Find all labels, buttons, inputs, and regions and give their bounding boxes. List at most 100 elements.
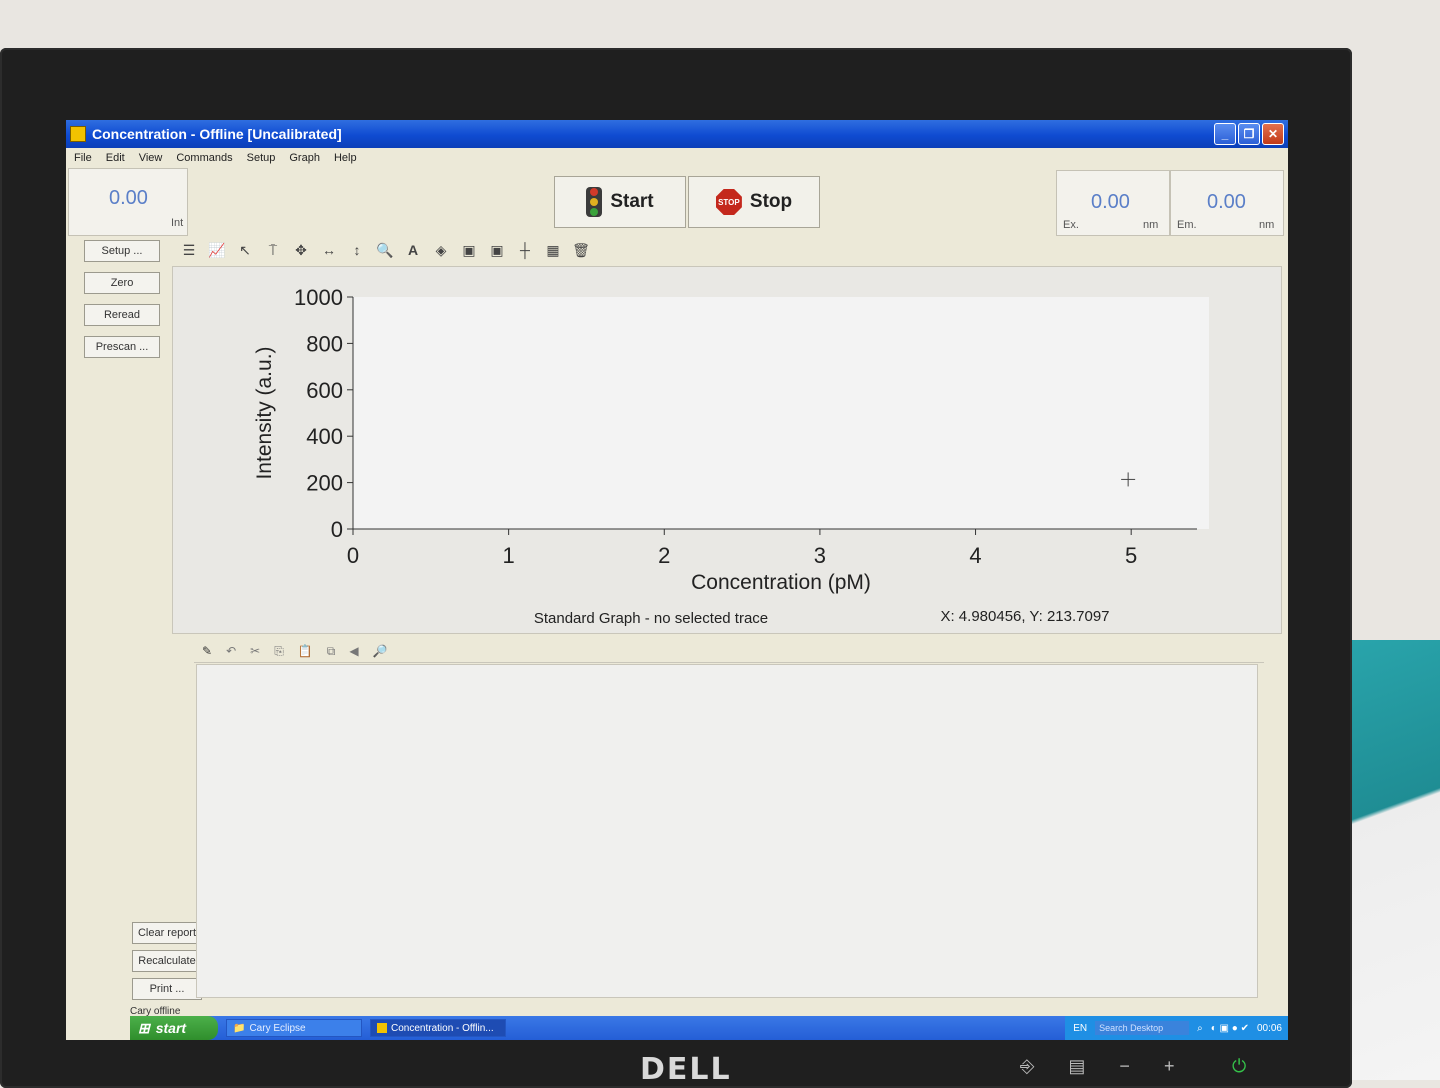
menu-commands[interactable]: Commands bbox=[176, 152, 232, 164]
y-tick-label: 400 bbox=[306, 424, 343, 449]
minimize-button[interactable]: _ bbox=[1214, 123, 1236, 145]
pointer-icon[interactable]: ↖ bbox=[236, 242, 254, 259]
em-value: 0.00 bbox=[1207, 191, 1246, 213]
y-tick-label: 0 bbox=[331, 517, 343, 542]
menu-graph[interactable]: Graph bbox=[289, 152, 320, 164]
plus-icon[interactable]: + bbox=[1164, 1056, 1175, 1077]
start-menu-button[interactable]: ⊞ start bbox=[130, 1016, 218, 1040]
readout-bar: 0.00 Int Start STOP Stop 0.00 Ex. nm 0.0… bbox=[66, 168, 1288, 237]
taskbar: ⊞ start 📁 Cary Eclipse Concentration - O… bbox=[130, 1016, 1288, 1040]
input-icon[interactable]: ⎆ bbox=[1020, 1056, 1034, 1077]
em-unit: nm bbox=[1259, 219, 1275, 231]
export-icon[interactable]: ◀ bbox=[349, 644, 358, 658]
graph-caption: Standard Graph - no selected trace bbox=[534, 610, 768, 627]
print-preview-icon[interactable]: 🔎 bbox=[373, 644, 388, 658]
ex-readout: 0.00 Ex. nm bbox=[1056, 170, 1170, 236]
horizontal-resize-icon[interactable]: ↔ bbox=[320, 242, 338, 258]
app-window: Concentration - Offline [Uncalibrated] _… bbox=[66, 120, 1288, 1040]
menu-file[interactable]: File bbox=[74, 152, 92, 164]
desktop-search-input[interactable]: Search Desktop bbox=[1095, 1021, 1190, 1035]
setup-button[interactable]: Setup ... bbox=[84, 240, 160, 262]
menu-view[interactable]: View bbox=[139, 152, 163, 164]
menu-icon[interactable]: ▤ bbox=[1068, 1056, 1085, 1077]
language-indicator[interactable]: EN bbox=[1073, 1023, 1087, 1034]
restore-button[interactable]: ❐ bbox=[1238, 123, 1260, 145]
recalculate-button[interactable]: Recalculate bbox=[132, 950, 202, 972]
ex-unit: nm bbox=[1143, 219, 1159, 231]
y-tick-label: 200 bbox=[306, 471, 343, 496]
monitor-brand-logo: DELL bbox=[640, 1052, 732, 1087]
copy-special-icon[interactable]: ⧉ bbox=[327, 644, 336, 659]
taskbar-item-label: Concentration - Offlin... bbox=[391, 1022, 494, 1034]
reread-button[interactable]: Reread bbox=[84, 304, 160, 326]
axis-icon[interactable]: ┼ bbox=[516, 242, 534, 258]
graph-pane[interactable]: 0 200 400 600 800 1000 0 1 2 3 4 5 Intensity (a.u.… bbox=[172, 266, 1282, 634]
standard-graph[interactable]: 0 200 400 600 800 1000 0 1 2 3 4 5 Intensity (a.u.… bbox=[173, 267, 1281, 633]
y-tick-label: 1000 bbox=[294, 285, 343, 310]
menu-bar: File Edit View Commands Setup Graph Help bbox=[66, 148, 1288, 168]
folder-icon: 📁 bbox=[233, 1022, 246, 1034]
stop-sign-icon: STOP bbox=[715, 189, 742, 215]
clock: 00:06 bbox=[1256, 1022, 1282, 1034]
x-tick-label: 0 bbox=[347, 543, 359, 568]
report-area[interactable] bbox=[196, 664, 1258, 998]
app-icon bbox=[377, 1023, 387, 1033]
stop-label: Stop bbox=[749, 191, 793, 212]
int-label: Int bbox=[171, 217, 184, 229]
em-readout: 0.00 Em. nm bbox=[1170, 170, 1284, 236]
y-axis-label: Intensity (a.u.) bbox=[253, 346, 276, 479]
start-label: Start bbox=[610, 191, 654, 212]
copy-icon[interactable]: ⎘ bbox=[274, 644, 284, 659]
graph-view-2-icon[interactable]: ▣ bbox=[488, 242, 506, 259]
taskbar-item-concentration[interactable]: Concentration - Offlin... bbox=[370, 1019, 506, 1037]
text-icon[interactable]: A bbox=[404, 242, 422, 258]
vertical-resize-icon[interactable]: ↕ bbox=[348, 242, 366, 258]
print-button[interactable]: Print ... bbox=[132, 978, 202, 1000]
menu-setup[interactable]: Setup bbox=[247, 152, 276, 164]
zoom-icon[interactable]: 🔍 bbox=[376, 242, 394, 259]
graph-toolbar: ☰ 📈 ↖ ⍑ ✥ ↔ ↕ 🔍 A ◈ ▣ ▣ ┼ ▦ 🗑 bbox=[172, 236, 1288, 264]
x-tick-label: 3 bbox=[814, 543, 826, 568]
system-tray: EN Search Desktop ⌕ ◐ ▣ ● ✔ 00:06 bbox=[1065, 1016, 1288, 1040]
traffic-light-icon bbox=[586, 187, 603, 217]
object-icon[interactable]: ◈ bbox=[432, 242, 450, 259]
x-tick-label: 1 bbox=[503, 543, 515, 568]
prescan-button[interactable]: Prescan ... bbox=[84, 336, 160, 358]
menu-help[interactable]: Help bbox=[334, 152, 357, 164]
cut-icon[interactable]: ✂ bbox=[250, 644, 260, 658]
em-label: Em. bbox=[1177, 219, 1197, 231]
cursor-readout: X: 4.980456, Y: 213.7097 bbox=[940, 608, 1109, 625]
menu-edit[interactable]: Edit bbox=[106, 152, 125, 164]
chart-settings-icon[interactable]: ▦ bbox=[544, 242, 562, 259]
clear-report-button[interactable]: Clear report bbox=[132, 922, 202, 944]
graph-view-1-icon[interactable]: ▣ bbox=[460, 242, 478, 259]
ex-label: Ex. bbox=[1063, 219, 1079, 231]
delete-icon[interactable]: 🗑 bbox=[572, 242, 590, 259]
monitor-buttons: ⎆ ▤ − + bbox=[1020, 1056, 1174, 1077]
title-bar: Concentration - Offline [Uncalibrated] _… bbox=[66, 120, 1288, 148]
y-tick-label: 600 bbox=[306, 378, 343, 403]
tray-icons[interactable]: ◐ ▣ ● ✔ bbox=[1211, 1023, 1249, 1034]
edit-icon[interactable]: ✎ bbox=[202, 644, 212, 658]
app-icon bbox=[70, 126, 86, 142]
stop-button[interactable]: STOP Stop bbox=[688, 176, 820, 228]
start-button[interactable]: Start bbox=[554, 176, 686, 228]
trace-list-icon[interactable]: ☰ bbox=[180, 242, 198, 259]
paste-icon[interactable]: 📋 bbox=[298, 644, 313, 658]
minus-icon[interactable]: − bbox=[1119, 1056, 1130, 1077]
close-button[interactable]: ✕ bbox=[1262, 123, 1284, 145]
search-icon[interactable]: ⌕ bbox=[1197, 1023, 1203, 1034]
power-icon[interactable]: ⏻ bbox=[1232, 1056, 1246, 1077]
zero-button[interactable]: Zero bbox=[84, 272, 160, 294]
command-panel: Setup ... Zero Reread Prescan ... Clear … bbox=[66, 236, 202, 1016]
int-readout: 0.00 Int bbox=[68, 168, 188, 236]
taskbar-item-cary-eclipse[interactable]: 📁 Cary Eclipse bbox=[226, 1019, 362, 1037]
pan-icon[interactable]: ✥ bbox=[292, 242, 310, 259]
marker-icon[interactable]: ⍑ bbox=[264, 242, 282, 259]
graph-icon[interactable]: 📈 bbox=[208, 242, 226, 259]
plot-area bbox=[353, 297, 1209, 529]
x-axis-label: Concentration (pM) bbox=[691, 571, 871, 594]
start-label: start bbox=[155, 1020, 187, 1036]
x-tick-label: 4 bbox=[969, 543, 981, 568]
undo-icon[interactable]: ↶ bbox=[226, 644, 236, 658]
